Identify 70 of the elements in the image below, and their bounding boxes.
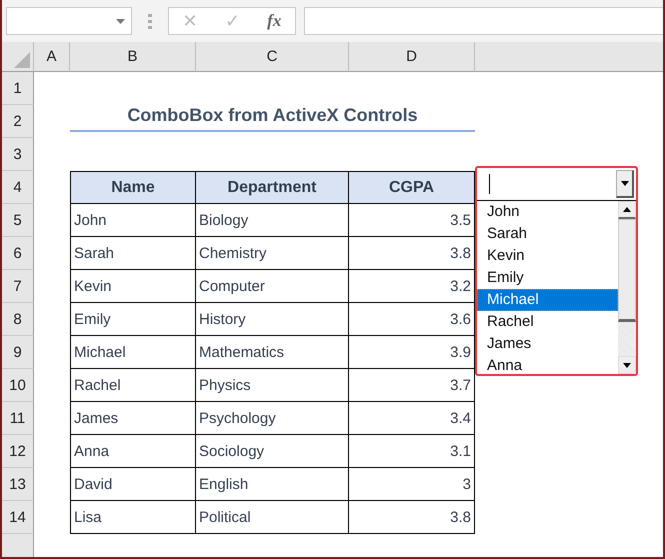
table-cell: John — [70, 204, 196, 237]
row-header[interactable]: 11 — [2, 402, 34, 435]
row-header[interactable]: 13 — [2, 468, 34, 501]
list-item[interactable]: Anna — [477, 355, 618, 377]
list-item[interactable]: John — [477, 201, 618, 223]
triangle-icon — [14, 52, 30, 68]
scroll-thumb[interactable] — [618, 219, 636, 322]
list-item[interactable]: James — [477, 333, 618, 355]
table-cell: Chemistry — [196, 237, 349, 270]
list-item[interactable]: Michael — [477, 289, 618, 311]
table-header-cell: Department — [196, 171, 349, 204]
insert-function-button[interactable]: fx — [267, 11, 282, 31]
row-header[interactable]: 8 — [2, 303, 34, 336]
row-header[interactable]: 7 — [2, 270, 34, 303]
caret-icon — [620, 181, 628, 186]
scrollbar[interactable] — [618, 201, 636, 374]
table-cell: Anna — [70, 435, 196, 468]
table-cell: Michael — [70, 336, 196, 369]
table-cell: Psychology — [196, 402, 349, 435]
table-cell: Rachel — [70, 369, 196, 402]
arrow-down-icon — [623, 362, 631, 368]
table-cell: Mathematics — [196, 336, 349, 369]
table-header-cell: CGPA — [349, 171, 475, 204]
table-cell: Emily — [70, 303, 196, 336]
formula-field[interactable] — [304, 7, 663, 35]
table-cell: Computer — [196, 270, 349, 303]
row-header[interactable]: 3 — [2, 138, 34, 171]
list-item[interactable]: Emily — [477, 267, 618, 289]
arrow-up-icon — [623, 207, 631, 212]
table-cell: Biology — [196, 204, 349, 237]
table-cell: Sarah — [70, 237, 196, 270]
table-cell: James — [70, 402, 196, 435]
row-header[interactable]: 9 — [2, 336, 34, 369]
row-header[interactable]: 2 — [2, 105, 34, 138]
table-cell: Sociology — [196, 435, 349, 468]
table-cell: English — [196, 468, 349, 501]
row-header[interactable]: 10 — [2, 369, 34, 402]
row-header[interactable]: 14 — [2, 501, 34, 534]
combo-box[interactable]: John Sarah Kevin Emily Michael Rachel James Anna — [475, 166, 638, 376]
caret-icon — [116, 18, 125, 24]
row-header[interactable]: 12 — [2, 435, 34, 468]
text-cursor — [489, 174, 490, 194]
column-header[interactable]: B — [70, 42, 196, 72]
row-header[interactable]: 6 — [2, 237, 34, 270]
column-header[interactable]: C — [196, 42, 349, 72]
row-header[interactable]: 1 — [2, 72, 34, 105]
table-cell: Kevin — [70, 270, 196, 303]
sheet-title: ComboBox from ActiveX Controls — [70, 105, 475, 132]
row-header[interactable]: 4 — [2, 171, 34, 204]
table-cell: 3 — [349, 468, 475, 501]
table-cell: Lisa — [70, 501, 196, 534]
list-item[interactable]: Rachel — [477, 311, 618, 333]
table-cell: History — [196, 303, 349, 336]
column-header[interactable]: D — [349, 42, 475, 72]
table-cell: Physics — [196, 369, 349, 402]
table-cell: 3.1 — [349, 435, 475, 468]
dropdown-button[interactable] — [616, 170, 634, 198]
column-header[interactable]: A — [34, 42, 70, 72]
grip-icon — [148, 13, 152, 29]
scroll-down-button[interactable] — [618, 356, 636, 374]
table-cell: David — [70, 468, 196, 501]
row-header[interactable]: 5 — [2, 204, 34, 237]
list-item[interactable]: Kevin — [477, 245, 618, 267]
table-header-cell: Name — [70, 171, 196, 204]
table-cell: 3.8 — [349, 501, 475, 534]
table-cell: 3.7 — [349, 369, 475, 402]
table-cell: 3.4 — [349, 402, 475, 435]
scroll-up-button[interactable] — [618, 201, 636, 219]
table-cell: Political — [196, 501, 349, 534]
list-item[interactable]: Sarah — [477, 223, 618, 245]
